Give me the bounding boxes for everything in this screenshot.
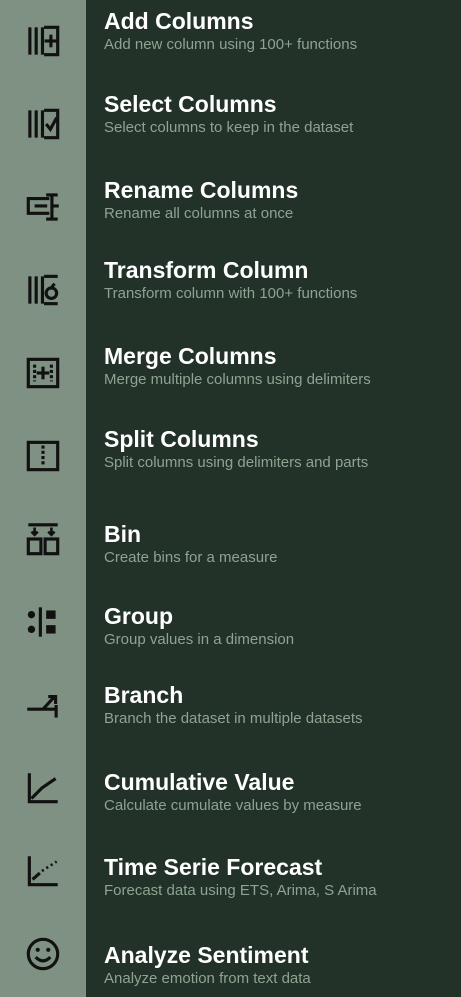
- rename-columns-icon: [0, 166, 86, 248]
- menu-item-description: Merge multiple columns using delimiters: [104, 371, 371, 388]
- menu-item-title: Group: [104, 603, 173, 629]
- menu-item-add-columns[interactable]: Add Columns Add new column using 100+ fu…: [0, 0, 461, 82]
- menu-item-title: Add Columns: [104, 8, 254, 34]
- transform-column-icon: [0, 249, 86, 331]
- menu-item-description: Split columns using delimiters and parts: [104, 454, 369, 471]
- menu-item-description: Transform column with 100+ functions: [104, 285, 358, 302]
- menu-item-title: Rename Columns: [104, 177, 299, 203]
- menu-item-title: Select Columns: [104, 91, 277, 117]
- menu-item-select-columns[interactable]: Select Columns Select columns to keep in…: [0, 83, 461, 165]
- group-icon: [0, 581, 86, 663]
- menu-item-description: Analyze emotion from text data: [104, 970, 311, 987]
- menu-item-description: Select columns to keep in the dataset: [104, 119, 354, 136]
- menu-item-transform-column[interactable]: Transform Column Transform column with 1…: [0, 249, 461, 331]
- menu-item-title: Time Serie Forecast: [104, 854, 323, 880]
- menu-item-branch[interactable]: Branch Branch the dataset in multiple da…: [0, 664, 461, 746]
- menu-item-description: Add new column using 100+ functions: [104, 36, 358, 53]
- menu-item-title: Analyze Sentiment: [104, 942, 309, 968]
- cumulative-value-icon: [0, 747, 86, 829]
- menu-item-description: Branch the dataset in multiple datasets: [104, 710, 363, 727]
- bin-icon: [0, 498, 86, 580]
- menu-item-description: Forecast data using ETS, Arima, S Arima: [104, 882, 377, 899]
- merge-columns-icon: [0, 332, 86, 414]
- menu-item-cumulative-value[interactable]: Cumulative Value Calculate cumulate valu…: [0, 747, 461, 829]
- menu-item-title: Bin: [104, 521, 142, 547]
- menu-item-title: Merge Columns: [104, 343, 277, 369]
- menu-item-description: Rename all columns at once: [104, 205, 294, 222]
- menu-item-title: Branch: [104, 682, 184, 708]
- time-series-forecast-icon: [0, 830, 86, 912]
- add-columns-icon: [0, 0, 86, 82]
- menu-item-group[interactable]: Group Group values in a dimension: [0, 581, 461, 663]
- menu-item-analyze-sentiment[interactable]: Analyze Sentiment Analyze emotion from t…: [0, 913, 461, 995]
- menu-item-description: Calculate cumulate values by measure: [104, 797, 362, 814]
- smiley-face-icon: [0, 913, 86, 995]
- menu-item-split-columns[interactable]: Split Columns Split columns using delimi…: [0, 415, 461, 497]
- menu-item-title: Split Columns: [104, 426, 259, 452]
- menu-item-rename-columns[interactable]: Rename Columns Rename all columns at onc…: [0, 166, 461, 248]
- menu-item-description: Group values in a dimension: [104, 631, 295, 648]
- menu-item-description: Create bins for a measure: [104, 549, 278, 566]
- menu-item-merge-columns[interactable]: Merge Columns Merge multiple columns usi…: [0, 332, 461, 414]
- split-columns-icon: [0, 415, 86, 497]
- menu-item-time-serie-forecast[interactable]: Time Serie Forecast Forecast data using …: [0, 830, 461, 912]
- menu-item-bin[interactable]: Bin Create bins for a measure: [0, 498, 461, 580]
- menu-item-title: Cumulative Value: [104, 769, 295, 795]
- branch-icon: [0, 664, 86, 746]
- select-columns-icon: [0, 83, 86, 165]
- transformation-menu: Add Columns Add new column using 100+ fu…: [0, 0, 461, 997]
- menu-item-title: Transform Column: [104, 257, 309, 283]
